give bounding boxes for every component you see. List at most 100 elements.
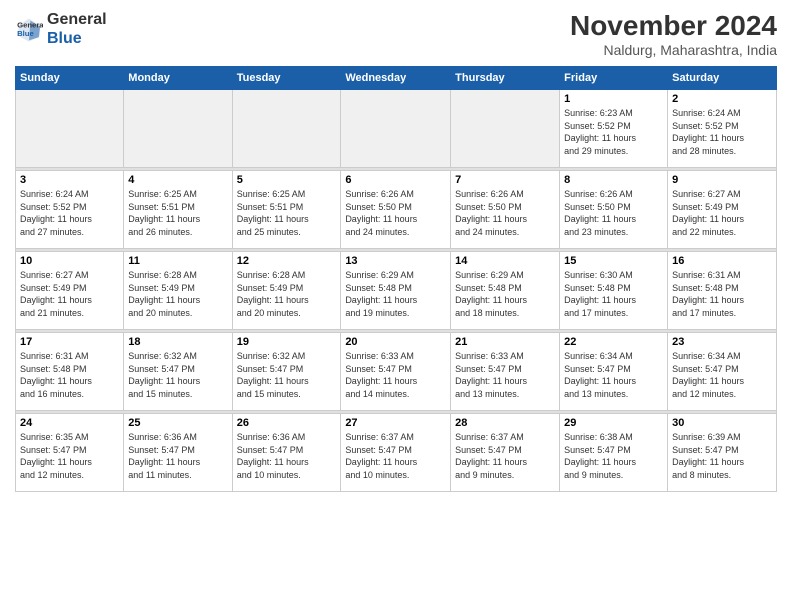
col-saturday: Saturday — [668, 67, 777, 90]
header-row: Sunday Monday Tuesday Wednesday Thursday… — [16, 67, 777, 90]
day-number: 17 — [20, 336, 119, 348]
day-cell — [341, 90, 451, 168]
day-cell: 18Sunrise: 6:32 AM Sunset: 5:47 PM Dayli… — [124, 333, 232, 411]
day-info: Sunrise: 6:36 AM Sunset: 5:47 PM Dayligh… — [128, 431, 227, 481]
day-info: Sunrise: 6:27 AM Sunset: 5:49 PM Dayligh… — [20, 269, 119, 319]
day-info: Sunrise: 6:31 AM Sunset: 5:48 PM Dayligh… — [672, 269, 772, 319]
day-number: 10 — [20, 255, 119, 267]
day-info: Sunrise: 6:28 AM Sunset: 5:49 PM Dayligh… — [237, 269, 337, 319]
day-cell: 26 Sunrise: 6:36 AM Sunset: 5:47 PM Dayli… — [232, 414, 341, 492]
day-number: 11 — [128, 255, 227, 267]
col-thursday: Thursday — [451, 67, 560, 90]
day-number: 9 — [672, 174, 772, 186]
col-tuesday: Tuesday — [232, 67, 341, 90]
day-number: 7 — [455, 174, 555, 186]
day-info: Sunrise: 6:37 AM Sunset: 5:47 PM Dayligh… — [345, 431, 446, 481]
day-cell — [232, 90, 341, 168]
day-info: Sunrise: 6:29 AM Sunset: 5:48 PM Dayligh… — [455, 269, 555, 319]
svg-text:Blue: Blue — [17, 29, 34, 38]
logo-icon: General Blue — [15, 15, 43, 43]
col-sunday: Sunday — [16, 67, 124, 90]
week-row-3: 10 Sunrise: 6:27 AM Sunset: 5:49 PM Dayli… — [16, 252, 777, 330]
day-info: Sunrise: 6:23 AM Sunset: 5:52 PM Dayligh… — [564, 107, 663, 157]
title-area: November 2024 Naldurg, Maharashtra, Indi… — [570, 10, 777, 58]
day-number: 3 — [20, 174, 119, 186]
day-cell: 29 Sunrise: 6:38 AM Sunset: 5:47 PM Dayli… — [560, 414, 668, 492]
day-cell: 1 Sunrise: 6:23 AM Sunset: 5:52 PM Daylig… — [560, 90, 668, 168]
day-number: 25 — [128, 417, 227, 429]
logo: General Blue General Blue — [15, 10, 107, 48]
day-number: 16 — [672, 255, 772, 267]
day-cell — [16, 90, 124, 168]
day-cell: 4 Sunrise: 6:25 AM Sunset: 5:51 PM Daylig… — [124, 171, 232, 249]
day-cell — [124, 90, 232, 168]
day-info: Sunrise: 6:26 AM Sunset: 5:50 PM Dayligh… — [345, 188, 446, 238]
day-number: 27 — [345, 417, 446, 429]
day-cell: 14 Sunrise: 6:29 AM Sunset: 5:48 PM Dayli… — [451, 252, 560, 330]
day-number: 15 — [564, 255, 663, 267]
day-cell: 7Sunrise: 6:26 AM Sunset: 5:50 PM Daylig… — [451, 171, 560, 249]
day-info: Sunrise: 6:28 AM Sunset: 5:49 PM Dayligh… — [128, 269, 227, 319]
day-cell: 5Sunrise: 6:25 AM Sunset: 5:51 PM Daylig… — [232, 171, 341, 249]
day-info: Sunrise: 6:36 AM Sunset: 5:47 PM Dayligh… — [237, 431, 337, 481]
day-cell: 11 Sunrise: 6:28 AM Sunset: 5:49 PM Dayli… — [124, 252, 232, 330]
day-number: 8 — [564, 174, 663, 186]
day-number: 14 — [455, 255, 555, 267]
day-info: Sunrise: 6:25 AM Sunset: 5:51 PM Dayligh… — [128, 188, 227, 238]
day-cell: 10 Sunrise: 6:27 AM Sunset: 5:49 PM Dayli… — [16, 252, 124, 330]
day-cell: 28 Sunrise: 6:37 AM Sunset: 5:47 PM Dayli… — [451, 414, 560, 492]
day-cell: 3 Sunrise: 6:24 AM Sunset: 5:52 PM Daylig… — [16, 171, 124, 249]
day-cell: 19 Sunrise: 6:32 AM Sunset: 5:47 PM Dayli… — [232, 333, 341, 411]
day-info: Sunrise: 6:27 AM Sunset: 5:49 PM Dayligh… — [672, 188, 772, 238]
day-number: 12 — [237, 255, 337, 267]
day-number: 28 — [455, 417, 555, 429]
day-number: 13 — [345, 255, 446, 267]
week-row-1: 1 Sunrise: 6:23 AM Sunset: 5:52 PM Daylig… — [16, 90, 777, 168]
day-info: Sunrise: 6:32 AM Sunset: 5:47 PM Dayligh… — [128, 350, 227, 400]
day-number: 23 — [672, 336, 772, 348]
day-cell: 24 Sunrise: 6:35 AM Sunset: 5:47 PM Dayli… — [16, 414, 124, 492]
day-number: 26 — [237, 417, 337, 429]
day-info: Sunrise: 6:35 AM Sunset: 5:47 PM Dayligh… — [20, 431, 119, 481]
day-info: Sunrise: 6:37 AM Sunset: 5:47 PM Dayligh… — [455, 431, 555, 481]
logo-line2: Blue — [47, 30, 82, 47]
day-info: Sunrise: 6:25 AM Sunset: 5:51 PM Dayligh… — [237, 188, 337, 238]
day-info: Sunrise: 6:29 AM Sunset: 5:48 PM Dayligh… — [345, 269, 446, 319]
day-info: Sunrise: 6:38 AM Sunset: 5:47 PM Dayligh… — [564, 431, 663, 481]
day-info: Sunrise: 6:24 AM Sunset: 5:52 PM Dayligh… — [20, 188, 119, 238]
day-info: Sunrise: 6:39 AM Sunset: 5:47 PM Dayligh… — [672, 431, 772, 481]
day-info: Sunrise: 6:33 AM Sunset: 5:47 PM Dayligh… — [345, 350, 446, 400]
day-cell: 30 Sunrise: 6:39 AM Sunset: 5:47 PM Dayli… — [668, 414, 777, 492]
day-info: Sunrise: 6:31 AM Sunset: 5:48 PM Dayligh… — [20, 350, 119, 400]
header: General Blue General Blue November 2024 … — [15, 10, 777, 58]
day-number: 29 — [564, 417, 663, 429]
day-cell: 27 Sunrise: 6:37 AM Sunset: 5:47 PM Dayli… — [341, 414, 451, 492]
day-cell: 16 Sunrise: 6:31 AM Sunset: 5:48 PM Dayli… — [668, 252, 777, 330]
day-number: 30 — [672, 417, 772, 429]
day-info: Sunrise: 6:30 AM Sunset: 5:48 PM Dayligh… — [564, 269, 663, 319]
day-cell: 21Sunrise: 6:33 AM Sunset: 5:47 PM Dayli… — [451, 333, 560, 411]
day-cell: 9 Sunrise: 6:27 AM Sunset: 5:49 PM Daylig… — [668, 171, 777, 249]
day-info: Sunrise: 6:32 AM Sunset: 5:47 PM Dayligh… — [237, 350, 337, 400]
day-info: Sunrise: 6:34 AM Sunset: 5:47 PM Dayligh… — [672, 350, 772, 400]
page: General Blue General Blue November 2024 … — [0, 0, 792, 612]
day-cell: 15 Sunrise: 6:30 AM Sunset: 5:48 PM Dayli… — [560, 252, 668, 330]
day-cell: 22 Sunrise: 6:34 AM Sunset: 5:47 PM Dayli… — [560, 333, 668, 411]
week-row-2: 3 Sunrise: 6:24 AM Sunset: 5:52 PM Daylig… — [16, 171, 777, 249]
day-info: Sunrise: 6:34 AM Sunset: 5:47 PM Dayligh… — [564, 350, 663, 400]
logo-line1: General — [47, 10, 107, 29]
calendar: Sunday Monday Tuesday Wednesday Thursday… — [15, 66, 777, 492]
day-number: 22 — [564, 336, 663, 348]
day-number: 1 — [564, 93, 663, 105]
week-row-5: 24 Sunrise: 6:35 AM Sunset: 5:47 PM Dayli… — [16, 414, 777, 492]
logo-text: General Blue — [47, 10, 107, 48]
day-number: 6 — [345, 174, 446, 186]
day-number: 19 — [237, 336, 337, 348]
svg-text:General: General — [17, 21, 43, 30]
day-cell: 13 Sunrise: 6:29 AM Sunset: 5:48 PM Dayli… — [341, 252, 451, 330]
day-number: 24 — [20, 417, 119, 429]
day-cell: 25 Sunrise: 6:36 AM Sunset: 5:47 PM Dayli… — [124, 414, 232, 492]
day-number: 2 — [672, 93, 772, 105]
day-cell: 6 Sunrise: 6:26 AM Sunset: 5:50 PM Daylig… — [341, 171, 451, 249]
day-number: 4 — [128, 174, 227, 186]
